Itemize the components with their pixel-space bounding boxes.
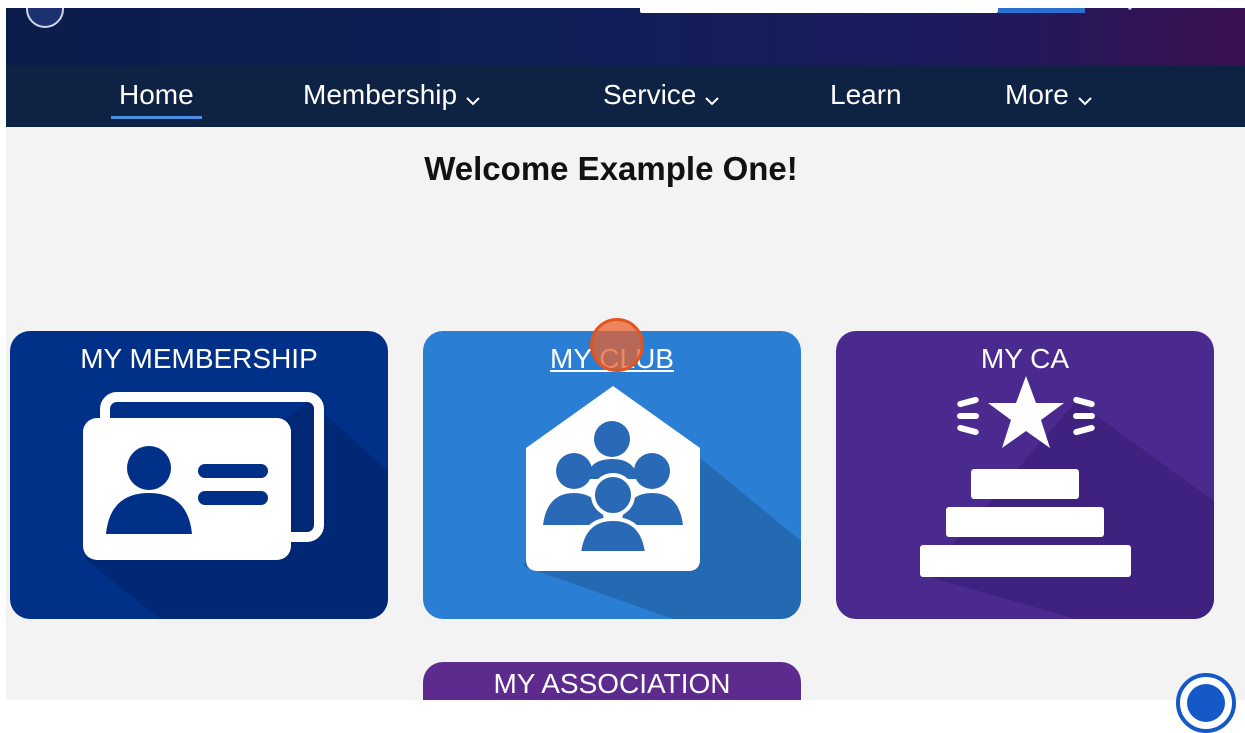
nav-item-learn[interactable]: Learn: [830, 66, 902, 127]
nav-item-membership[interactable]: Membership: [303, 66, 481, 127]
help-icon[interactable]: [1176, 673, 1236, 733]
chevron-down-icon: [1077, 68, 1093, 126]
nav-item-service[interactable]: Service: [603, 66, 720, 127]
search-input[interactable]: [640, 8, 998, 13]
nav-item-label: More: [1005, 79, 1069, 110]
search-button[interactable]: [998, 8, 1085, 13]
welcome-heading: Welcome Example One!: [424, 150, 798, 187]
tile-label: MY ASSOCIATION: [493, 668, 731, 699]
page-frame: ⌄ Home Membership Service Learn More Wel…: [6, 8, 1245, 700]
tile-label: MY CLUB: [423, 343, 801, 375]
nav-item-label: Learn: [830, 79, 902, 110]
nav-item-home[interactable]: Home: [111, 66, 202, 127]
my-club-tile[interactable]: MY CLUB: [423, 331, 801, 619]
club-logo-icon[interactable]: [26, 8, 64, 28]
nav-item-label: Home: [119, 79, 194, 110]
chevron-down-icon: [465, 68, 481, 126]
my-club-link[interactable]: MY CLUB: [550, 343, 674, 374]
site-header-banner: ⌄: [6, 8, 1245, 66]
nav-item-label: Service: [603, 79, 697, 110]
chevron-down-icon: [704, 68, 720, 126]
tile-label: MY CA: [980, 343, 1070, 374]
main-nav: Home Membership Service Learn More: [6, 66, 1245, 127]
nav-item-label: Membership: [303, 79, 458, 110]
my-ca-tile[interactable]: MY CA: [836, 331, 1214, 619]
my-membership-tile[interactable]: MY MEMBERSHIP: [10, 331, 388, 619]
tile-label: MY MEMBERSHIP: [80, 343, 318, 374]
my-association-tile[interactable]: MY ASSOCIATION: [423, 662, 801, 700]
nav-item-more[interactable]: More: [1005, 66, 1093, 127]
chevron-down-icon[interactable]: ⌄: [1124, 8, 1144, 12]
